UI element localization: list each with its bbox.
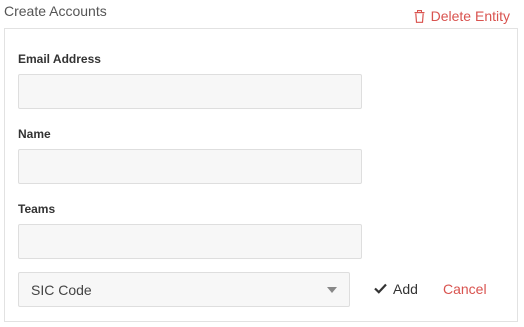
teams-field[interactable] [18, 224, 362, 259]
sic-code-select[interactable]: SIC Code [18, 272, 350, 307]
email-field[interactable] [18, 74, 362, 109]
name-field[interactable] [18, 149, 362, 184]
create-account-form: Email Address Name Teams SIC Code Add Ca… [4, 28, 518, 322]
cancel-button[interactable]: Cancel [443, 281, 487, 297]
chevron-down-icon [327, 286, 337, 293]
add-button[interactable]: Add [374, 281, 418, 297]
delete-entity-label: Delete Entity [430, 8, 510, 24]
email-label: Email Address [18, 52, 101, 66]
sic-code-selected-value: SIC Code [31, 281, 92, 298]
delete-entity-button[interactable]: Delete Entity [414, 8, 510, 24]
section-title: Create Accounts [4, 3, 107, 19]
trash-icon [414, 9, 425, 23]
add-label: Add [393, 281, 418, 297]
name-label: Name [18, 127, 51, 141]
checkmark-icon [374, 281, 387, 297]
teams-label: Teams [18, 202, 56, 216]
